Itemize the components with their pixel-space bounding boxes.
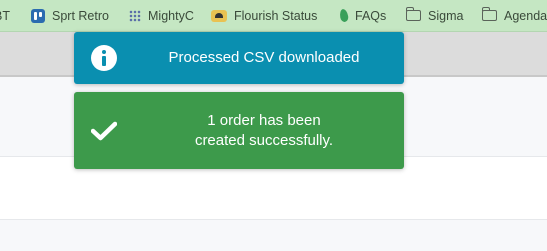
bookmark-label: MightyC [148, 8, 194, 23]
bookmarks-bar: BT Sprt Retro MightyC Flourish Status FA… [0, 0, 547, 32]
folder-icon [405, 7, 421, 21]
bookmark-label: Sigma [428, 8, 464, 23]
flourish-icon [211, 9, 227, 22]
bookmark-label: Flourish Status [234, 8, 318, 23]
toast-message: Processed CSV downloaded [168, 49, 360, 66]
toast-message: 1 order has been created successfully. [194, 111, 334, 149]
success-toast[interactable]: 1 order has been created successfully. [74, 92, 404, 169]
bookmark-sigma[interactable]: Sigma [405, 0, 464, 31]
folder-icon [481, 7, 497, 21]
bookmark-label: BT [0, 8, 10, 23]
checkmark-icon [91, 121, 117, 141]
bookmark-flourish-status[interactable]: Flourish Status [211, 0, 317, 31]
info-toast[interactable]: Processed CSV downloaded [74, 32, 404, 84]
info-icon [91, 45, 117, 71]
bookmark-label: Sprt Retro [52, 8, 109, 23]
bookmark-agenda[interactable]: Agenda [481, 0, 547, 31]
bookmark-label: FAQs [355, 8, 387, 23]
trello-icon [31, 8, 45, 23]
bookmark-bt[interactable]: BT [0, 0, 10, 31]
bookmark-mightyc[interactable]: MightyC [129, 0, 194, 31]
bookmark-label: Agenda [504, 8, 547, 23]
bookmark-faqs[interactable]: FAQs [338, 0, 387, 31]
grid-icon [129, 9, 141, 22]
leaf-icon [338, 8, 350, 23]
divider [0, 219, 547, 220]
bookmark-sprt-retro[interactable]: Sprt Retro [31, 0, 109, 31]
